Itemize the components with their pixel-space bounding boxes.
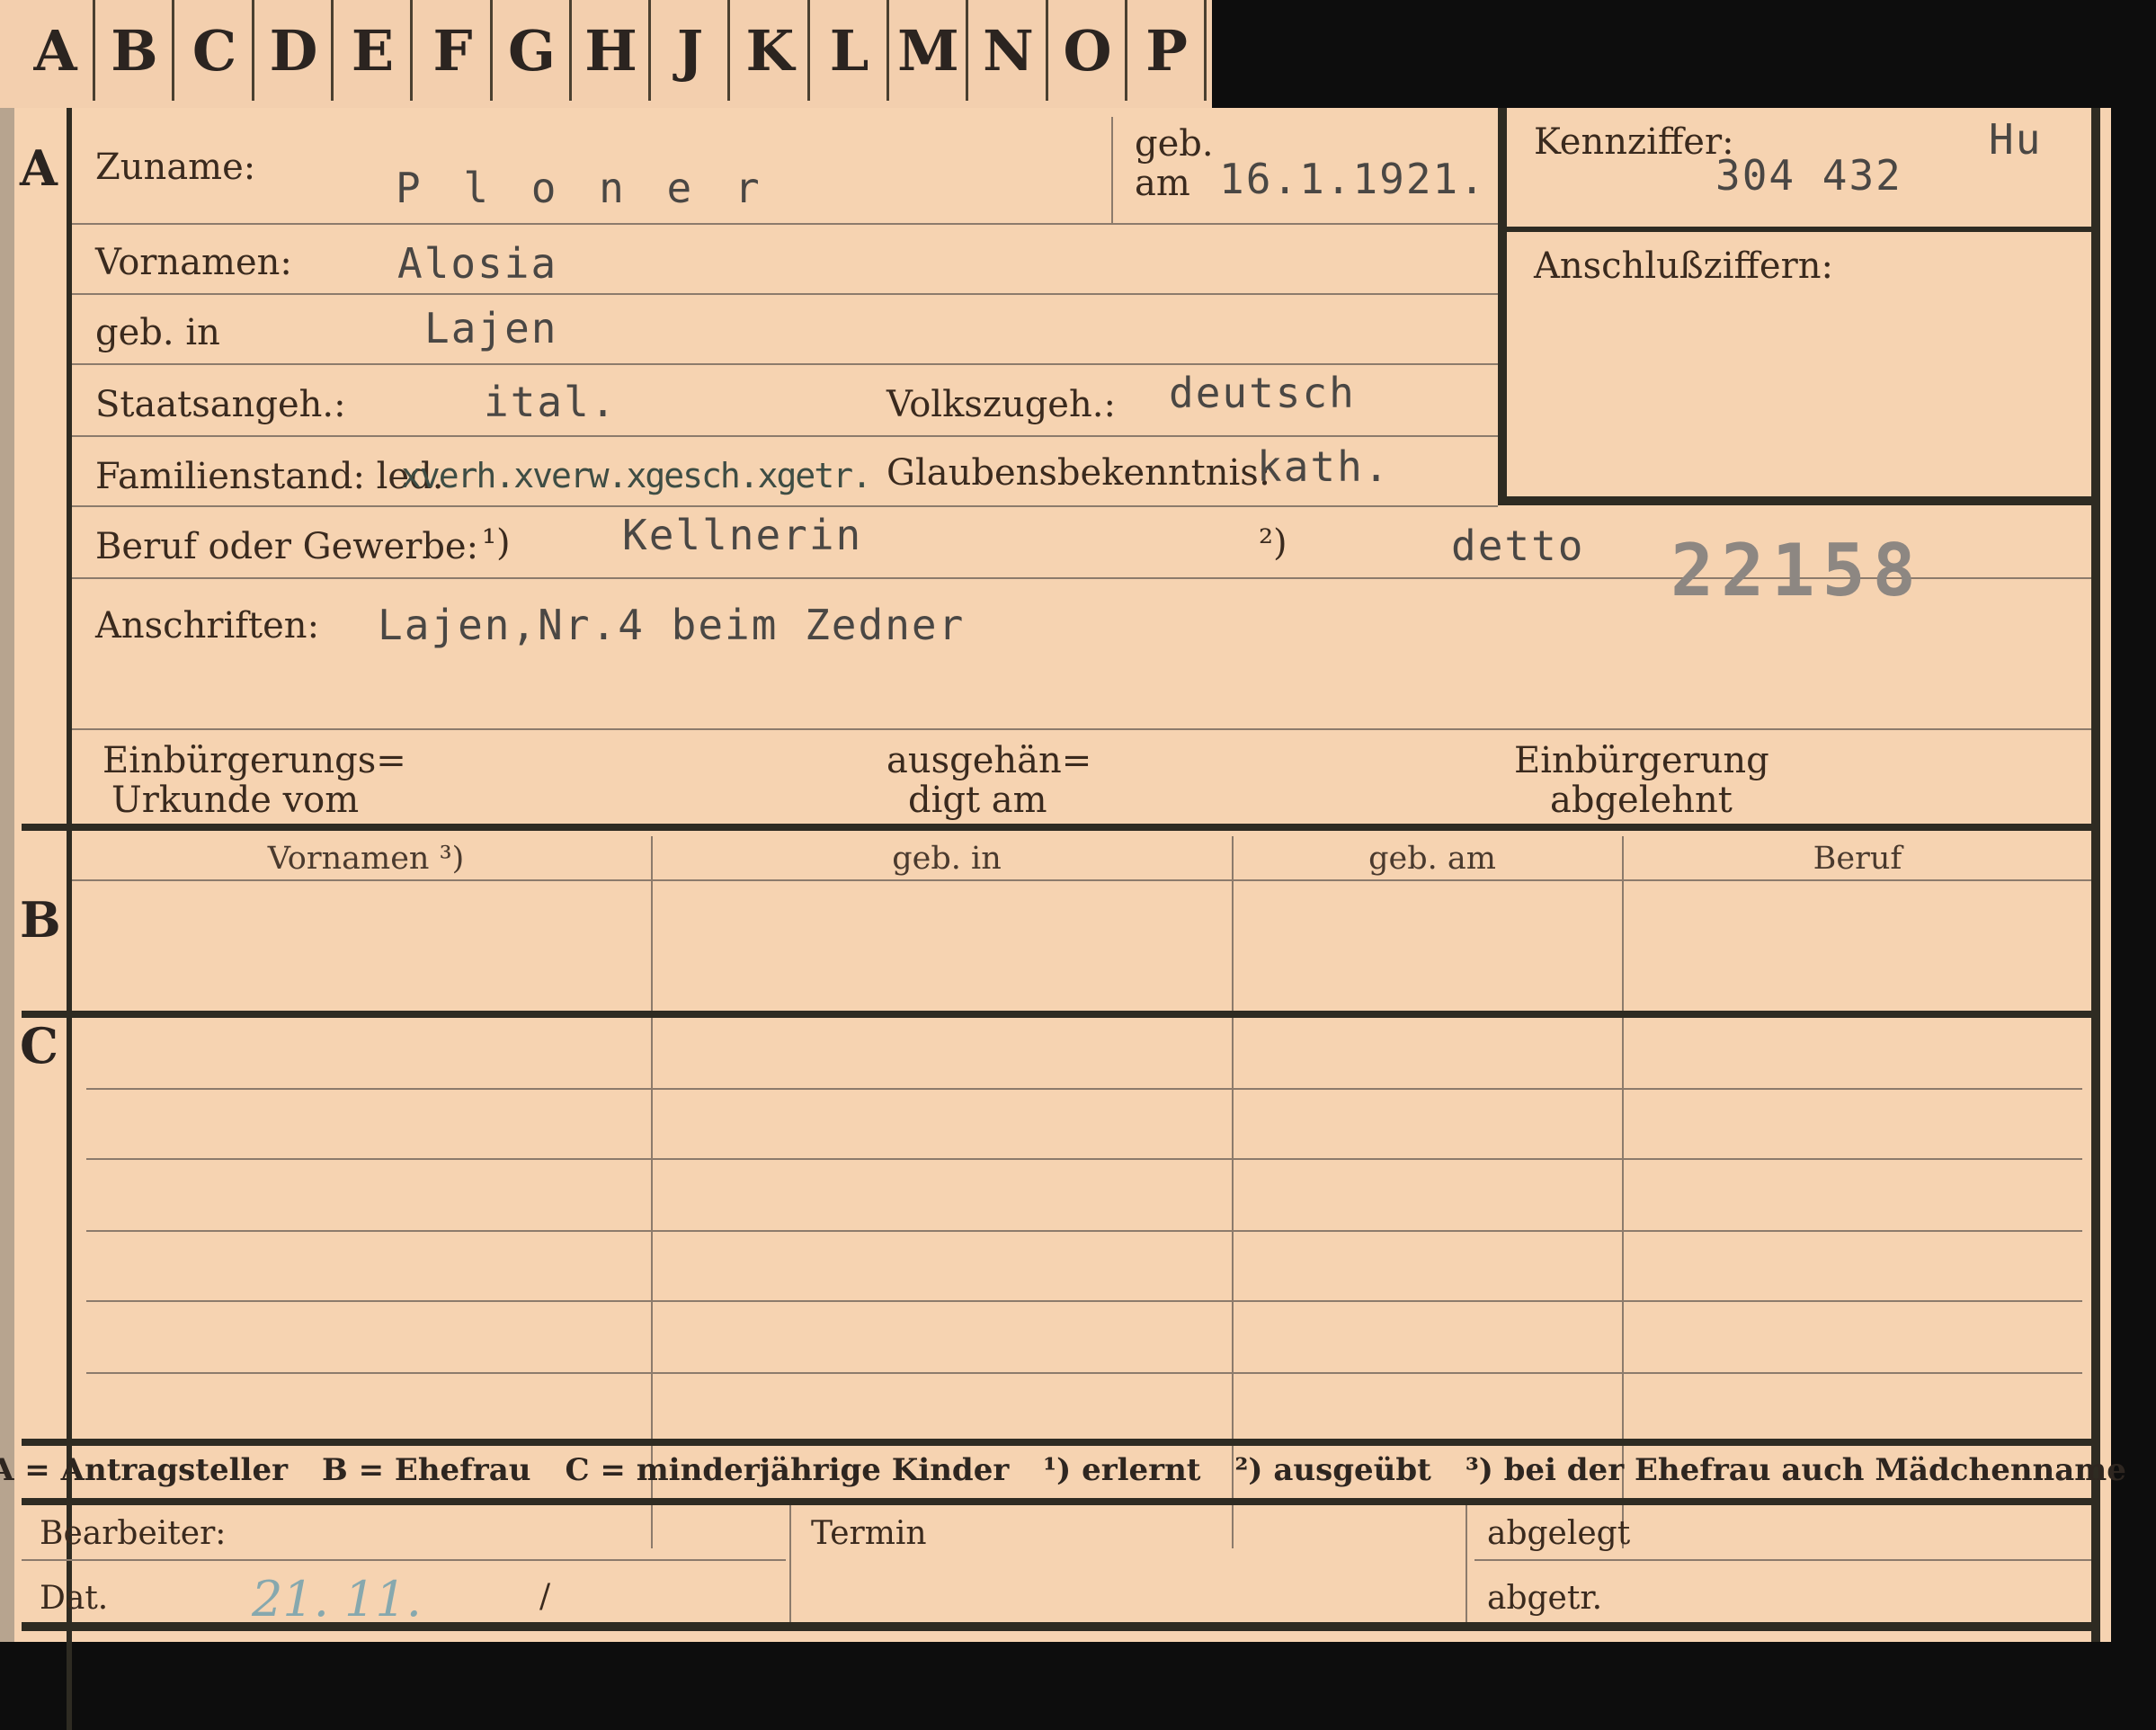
- label-anschriften: Anschriften:: [95, 605, 320, 647]
- b-header-vornamen: Vornamen ³): [267, 841, 465, 877]
- stamp-number: 22158: [1670, 529, 1923, 612]
- label-ausgehaendigt-1: ausgehän=: [886, 740, 1092, 781]
- b-header-geb-in: geb. in: [892, 841, 1002, 877]
- rule: [72, 293, 1498, 295]
- section-b-letter: B: [20, 891, 61, 949]
- label-geb-in: geb. in: [95, 312, 220, 353]
- value-vornamen: Alosia: [397, 239, 558, 288]
- label-volkszugeh: Volkszugeh.:: [886, 384, 1116, 425]
- label-beruf: Beruf oder Gewerbe:: [95, 526, 479, 567]
- legend-top-rule: [22, 1439, 2100, 1446]
- rule: [72, 728, 2091, 730]
- rule: [86, 1372, 2082, 1374]
- section-c-letter: C: [20, 1017, 58, 1075]
- index-tab-j: J: [653, 0, 730, 101]
- rule: [86, 1088, 2082, 1090]
- familienstand-struck-out: xverh.xverw.xgesch.xgetr.: [401, 456, 872, 495]
- kennziffer-box-divider: [1507, 227, 2091, 232]
- rule: [72, 223, 1498, 225]
- value-geb-in: Lajen: [424, 304, 558, 352]
- legend-item: ²) ausgeübt: [1234, 1452, 1431, 1488]
- label-dat: Dat.: [40, 1580, 109, 1617]
- legend-item: C = minderjährige Kinder: [565, 1452, 1010, 1488]
- handwritten-date: 21. 11.: [252, 1571, 422, 1627]
- label-geb-2: am: [1135, 163, 1190, 204]
- label-abgetr: abgetr.: [1487, 1580, 1603, 1617]
- label-bearbeiter: Bearbeiter:: [40, 1515, 227, 1552]
- rule: [72, 363, 1498, 365]
- index-tab-p: P: [1129, 0, 1207, 101]
- label-einbuergerungs-urkunde-2: Urkunde vom: [111, 780, 360, 821]
- value-staatsangeh: ital.: [484, 378, 618, 426]
- value-geb-am: 16.1.1921.: [1219, 155, 1486, 203]
- label-anschlussziffern: Anschlußziffern:: [1534, 245, 1833, 287]
- index-tab-o: O: [1050, 0, 1127, 101]
- label-einbuergerung-abgelehnt-2: abgelehnt: [1550, 780, 1733, 821]
- card-right-rule: [2091, 108, 2100, 1642]
- index-tab-l: L: [812, 0, 889, 101]
- kennziffer-box-left: [1498, 108, 1507, 505]
- index-tab-n: N: [971, 0, 1048, 101]
- value-kennziffer: 304 432: [1715, 151, 1902, 200]
- index-tab-strip: ABCDEFGHJKLMNOP: [0, 0, 1212, 108]
- index-tab-a: A: [18, 0, 95, 101]
- legend-item: ¹) erlernt: [1043, 1452, 1201, 1488]
- rule: [789, 1505, 791, 1622]
- rule: [1474, 1559, 2091, 1561]
- value-beruf-ausgeuebt: detto: [1451, 522, 1585, 570]
- label-geb-1: geb.: [1135, 123, 1214, 165]
- section-b-c-divider: [22, 1011, 2100, 1018]
- legend-bottom-rule: [22, 1498, 2100, 1505]
- index-tab-k: K: [733, 0, 810, 101]
- kennziffer-box-bottom: [1498, 496, 2091, 505]
- section-a-left-rule: [67, 108, 72, 824]
- value-anschriften: Lajen,Nr.4 beim Zedner: [378, 601, 966, 649]
- footer-legend: A = Antragsteller B = Ehefrau C = minder…: [0, 1446, 2126, 1494]
- rule: [72, 505, 1498, 507]
- dat-slash: /: [539, 1578, 551, 1615]
- index-tab-e: E: [335, 0, 413, 101]
- label-abgelegt: abgelegt: [1487, 1515, 1631, 1552]
- b-header-beruf: Beruf: [1813, 841, 1902, 877]
- footnote-1: ¹): [482, 522, 511, 564]
- legend-item: B = Ehefrau: [322, 1452, 531, 1488]
- legend-item: ³) bei der Ehefrau auch Mädchenname: [1465, 1452, 2126, 1488]
- footnote-2: ²): [1259, 522, 1287, 564]
- index-tab-c: C: [177, 0, 254, 101]
- rule: [72, 879, 2091, 881]
- label-glaubensbekenntnis: Glaubensbekenntnis:: [886, 452, 1271, 494]
- index-tab-d: D: [256, 0, 334, 101]
- value-kennziffer-prefix: Hu: [1989, 115, 2043, 164]
- label-kennziffer: Kennziffer:: [1534, 121, 1734, 163]
- card-left-edge: [0, 108, 14, 1642]
- label-vornamen: Vornamen:: [95, 242, 292, 283]
- label-termin: Termin: [811, 1515, 927, 1552]
- section-a-b-divider: [22, 824, 2100, 831]
- b-header-geb-am: geb. am: [1368, 841, 1496, 877]
- value-beruf-erlernt: Kellnerin: [622, 511, 863, 559]
- rule: [72, 435, 1498, 437]
- rule: [86, 1158, 2082, 1160]
- label-einbuergerung-abgelehnt-1: Einbürgerung: [1514, 740, 1769, 781]
- index-tab-m: M: [891, 0, 968, 101]
- label-staatsangeh: Staatsangeh.:: [95, 384, 346, 425]
- rule: [1466, 1505, 1467, 1622]
- rule: [86, 1300, 2082, 1302]
- index-tab-g: G: [494, 0, 572, 101]
- label-zuname: Zuname:: [95, 147, 256, 188]
- index-tab-f: F: [415, 0, 493, 101]
- label-ausgehaendigt-2: digt am: [908, 780, 1047, 821]
- label-einbuergerungs-urkunde-1: Einbürgerungs=: [102, 740, 406, 781]
- rule: [86, 1230, 2082, 1232]
- rule: [22, 1559, 786, 1561]
- value-glaubensbekenntnis: kath.: [1257, 442, 1391, 491]
- label-familienstand: Familienstand: led.: [95, 456, 444, 497]
- legend-item: A = Antragsteller: [0, 1452, 288, 1488]
- value-zuname: P l o n e r: [396, 164, 769, 212]
- rule: [1111, 117, 1113, 223]
- index-tab-b: B: [97, 0, 174, 101]
- index-tab-h: H: [574, 0, 651, 101]
- value-volkszugeh: deutsch: [1169, 369, 1356, 417]
- section-a-letter: A: [20, 139, 58, 197]
